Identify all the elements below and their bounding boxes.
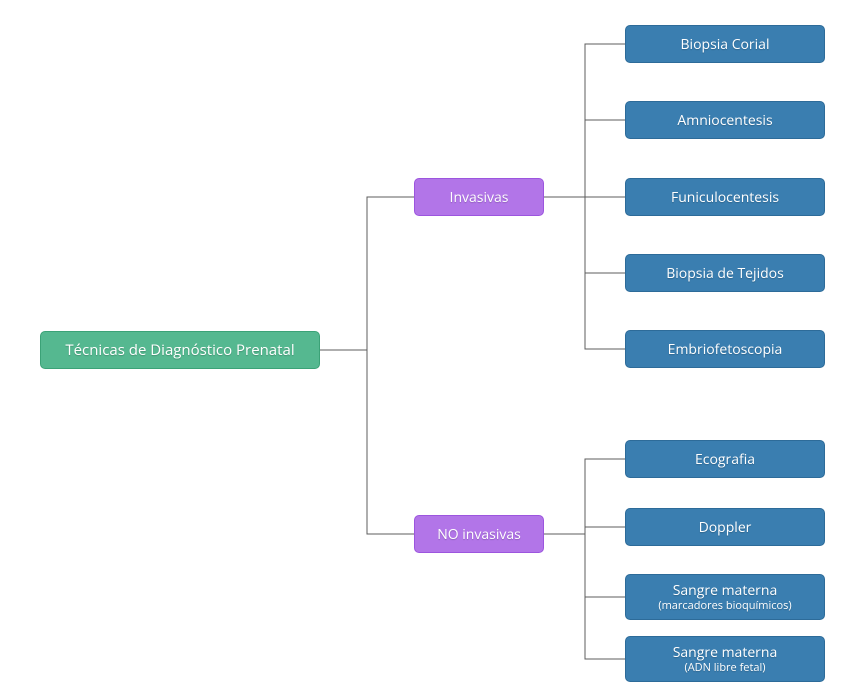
leaf-label: Doppler bbox=[699, 518, 752, 537]
leaf-label: Biopsia de Tejidos bbox=[666, 264, 784, 283]
leaf-doppler[interactable]: Doppler bbox=[625, 508, 825, 546]
leaf-label: Biopsia Corial bbox=[681, 35, 770, 54]
branch-invasivas[interactable]: Invasivas bbox=[414, 178, 544, 216]
branch-label: NO invasivas bbox=[437, 525, 521, 544]
leaf-amniocentesis[interactable]: Amniocentesis bbox=[625, 101, 825, 139]
leaf-label: Ecografia bbox=[695, 450, 755, 469]
leaf-sangre-marcadores[interactable]: Sangre materna (marcadores bioquímicos) bbox=[625, 574, 825, 620]
leaf-biopsia-corial[interactable]: Biopsia Corial bbox=[625, 25, 825, 63]
leaf-ecografia[interactable]: Ecografia bbox=[625, 440, 825, 478]
leaf-label: Amniocentesis bbox=[677, 111, 772, 130]
leaf-embriofetoscopia[interactable]: Embriofetoscopia bbox=[625, 330, 825, 368]
branch-label: Invasivas bbox=[450, 188, 509, 207]
leaf-label: Funiculocentesis bbox=[671, 188, 779, 207]
leaf-sublabel: (ADN libre fetal) bbox=[684, 662, 765, 674]
root-node[interactable]: Técnicas de Diagnóstico Prenatal bbox=[40, 331, 320, 369]
branch-no-invasivas[interactable]: NO invasivas bbox=[414, 515, 544, 553]
leaf-sublabel: (marcadores bioquímicos) bbox=[658, 600, 791, 612]
leaf-sangre-adn[interactable]: Sangre materna (ADN libre fetal) bbox=[625, 636, 825, 682]
leaf-biopsia-tejidos[interactable]: Biopsia de Tejidos bbox=[625, 254, 825, 292]
root-label: Técnicas de Diagnóstico Prenatal bbox=[65, 340, 294, 360]
leaf-label: Embriofetoscopia bbox=[668, 340, 783, 359]
leaf-funiculocentesis[interactable]: Funiculocentesis bbox=[625, 178, 825, 216]
